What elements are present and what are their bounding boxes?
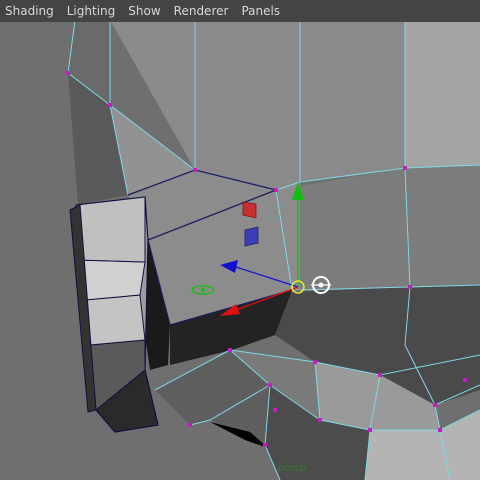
menu-lighting[interactable]: Lighting: [61, 0, 123, 22]
menu-show[interactable]: Show: [122, 0, 167, 22]
mesh-face-head-top-right: [405, 20, 480, 168]
viewport-menu-bar: Shading Lighting Show Renderer Panels: [0, 0, 480, 22]
menu-shading[interactable]: Shading: [0, 0, 61, 22]
menu-panels[interactable]: Panels: [235, 0, 287, 22]
menu-renderer[interactable]: Renderer: [168, 0, 236, 22]
maya-viewport-window: Shading Lighting Show Renderer Panels pe…: [0, 0, 480, 480]
3d-viewport[interactable]: [0, 0, 480, 480]
camera-name-label: persp: [278, 463, 307, 474]
